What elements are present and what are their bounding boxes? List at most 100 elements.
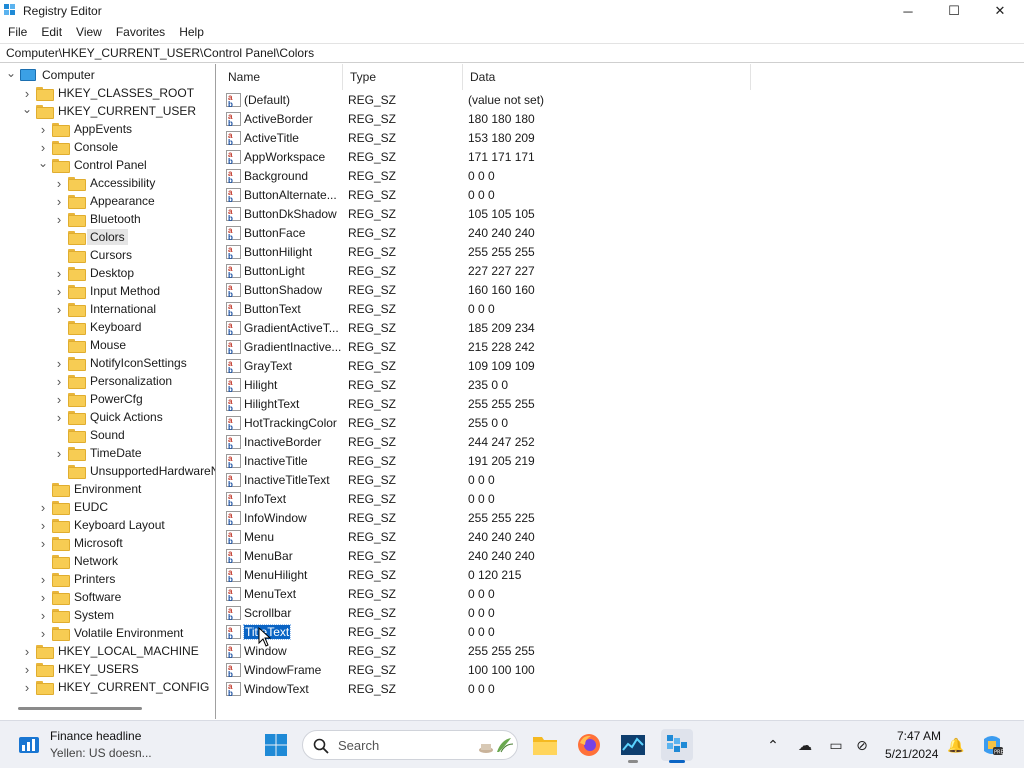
chevron-right-icon[interactable]: › xyxy=(38,516,48,534)
bell-icon[interactable]: 🔔 xyxy=(946,735,966,755)
value-row[interactable]: a b ButtonFace REG_SZ 240 240 240 xyxy=(221,223,761,242)
tree-item[interactable]: › Bluetooth xyxy=(54,210,141,228)
value-row[interactable]: a b MenuBar REG_SZ 240 240 240 xyxy=(221,546,761,565)
value-name-cell[interactable]: a b TitleText xyxy=(226,622,344,641)
tree-item[interactable]: › Appearance xyxy=(54,192,155,210)
minimize-button[interactable]: ─ xyxy=(885,0,931,22)
chevron-right-icon[interactable]: › xyxy=(38,120,48,138)
value-name-cell[interactable]: a b InfoWindow xyxy=(226,508,344,527)
chevron-right-icon[interactable]: › xyxy=(54,210,64,228)
value-row[interactable]: a b ActiveBorder REG_SZ 180 180 180 xyxy=(221,109,761,128)
value-row[interactable]: a b Window REG_SZ 255 255 255 xyxy=(221,641,761,660)
value-name-cell[interactable]: a b MenuHilight xyxy=(226,565,344,584)
network-icon[interactable]: ⊘ xyxy=(852,735,872,755)
tree-item[interactable]: Cursors xyxy=(54,246,132,264)
chevron-down-icon[interactable]: ⌄ xyxy=(38,154,48,172)
value-row[interactable]: a b MenuHilight REG_SZ 0 120 215 xyxy=(221,565,761,584)
tree-item[interactable]: › HKEY_LOCAL_MACHINE xyxy=(22,642,199,660)
menu-edit[interactable]: Edit xyxy=(35,25,68,39)
value-row[interactable]: a b InactiveTitle REG_SZ 191 205 219 xyxy=(221,451,761,470)
chevron-right-icon[interactable]: › xyxy=(54,264,64,282)
chevron-right-icon[interactable]: › xyxy=(54,372,64,390)
tree-item[interactable]: › Input Method xyxy=(54,282,160,300)
clock-time[interactable]: 7:47 AM xyxy=(897,729,941,743)
tree-item[interactable]: Colors xyxy=(54,228,128,246)
chevron-right-icon[interactable]: › xyxy=(54,282,64,300)
chevron-right-icon[interactable]: › xyxy=(54,354,64,372)
tree-item[interactable]: › PowerCfg xyxy=(54,390,143,408)
value-row[interactable]: a b Hilight REG_SZ 235 0 0 xyxy=(221,375,761,394)
taskbar-task-manager[interactable] xyxy=(617,729,649,763)
chevron-right-icon[interactable]: › xyxy=(38,588,48,606)
value-row[interactable]: a b HilightText REG_SZ 255 255 255 xyxy=(221,394,761,413)
tree-item[interactable]: › System xyxy=(38,606,114,624)
news-widget-subtitle[interactable]: Yellen: US doesn... xyxy=(50,746,152,760)
value-row[interactable]: a b InfoWindow REG_SZ 255 255 225 xyxy=(221,508,761,527)
tree-horizontal-scrollbar[interactable] xyxy=(18,707,142,710)
value-name-cell[interactable]: a b MenuText xyxy=(226,584,344,603)
value-row[interactable]: a b ActiveTitle REG_SZ 153 180 209 xyxy=(221,128,761,147)
tree-item[interactable]: ⌄ Computer xyxy=(6,66,95,84)
value-name-cell[interactable]: a b InactiveTitle xyxy=(226,451,344,470)
value-row[interactable]: a b InactiveTitleText REG_SZ 0 0 0 xyxy=(221,470,761,489)
value-row[interactable]: a b ButtonLight REG_SZ 227 227 227 xyxy=(221,261,761,280)
taskbar-registry-editor[interactable] xyxy=(661,729,693,763)
value-row[interactable]: a b Scrollbar REG_SZ 0 0 0 xyxy=(221,603,761,622)
tree-item[interactable]: ⌄ HKEY_CURRENT_USER xyxy=(22,102,196,120)
value-name-cell[interactable]: a b InfoText xyxy=(226,489,344,508)
value-name-cell[interactable]: a b HotTrackingColor xyxy=(226,413,344,432)
values-list-pane[interactable]: Name Type Data a b (Default) REG_SZ (value n… xyxy=(221,64,1024,719)
value-row[interactable]: a b ButtonText REG_SZ 0 0 0 xyxy=(221,299,761,318)
value-row[interactable]: a b AppWorkspace REG_SZ 171 171 171 xyxy=(221,147,761,166)
value-row[interactable]: a b Menu REG_SZ 240 240 240 xyxy=(221,527,761,546)
value-name-cell[interactable]: a b GradientInactive... xyxy=(226,337,344,356)
tree-item[interactable]: › Accessibility xyxy=(54,174,155,192)
value-name-cell[interactable]: a b ActiveBorder xyxy=(226,109,344,128)
chevron-down-icon[interactable]: ⌄ xyxy=(6,64,16,82)
value-row[interactable]: a b ButtonAlternate... REG_SZ 0 0 0 xyxy=(221,185,761,204)
tree-item[interactable]: Keyboard xyxy=(54,318,141,336)
chevron-right-icon[interactable]: › xyxy=(54,408,64,426)
tree-item[interactable]: › International xyxy=(54,300,156,318)
value-row[interactable]: a b MenuText REG_SZ 0 0 0 xyxy=(221,584,761,603)
value-row[interactable]: a b TitleText REG_SZ 0 0 0 xyxy=(221,622,761,641)
tree-item[interactable]: › TimeDate xyxy=(54,444,142,462)
value-name-cell[interactable]: a b InactiveTitleText xyxy=(226,470,344,489)
tree-item[interactable]: › Microsoft xyxy=(38,534,123,552)
tree-item[interactable]: › Keyboard Layout xyxy=(38,516,165,534)
value-row[interactable]: a b ButtonDkShadow REG_SZ 105 105 105 xyxy=(221,204,761,223)
copilot-icon[interactable]: PRE xyxy=(980,733,1004,757)
address-bar[interactable]: Computer\HKEY_CURRENT_USER\Control Panel… xyxy=(0,43,1024,63)
taskbar-file-explorer[interactable] xyxy=(529,729,561,761)
value-name-cell[interactable]: a b WindowText xyxy=(226,679,344,698)
chevron-right-icon[interactable]: › xyxy=(54,444,64,462)
tree-item[interactable]: › Desktop xyxy=(54,264,134,282)
news-widget-icon[interactable] xyxy=(18,734,40,754)
value-name-cell[interactable]: a b ButtonText xyxy=(226,299,344,318)
chevron-right-icon[interactable]: › xyxy=(38,498,48,516)
taskbar-firefox[interactable] xyxy=(573,729,605,761)
value-name-cell[interactable]: a b GrayText xyxy=(226,356,344,375)
value-name-cell[interactable]: a b ButtonHilight xyxy=(226,242,344,261)
maximize-button[interactable]: ☐ xyxy=(931,0,977,22)
tree-item[interactable]: › EUDC xyxy=(38,498,108,516)
chevron-right-icon[interactable]: › xyxy=(22,642,32,660)
value-name-cell[interactable]: a b ActiveTitle xyxy=(226,128,344,147)
tree-item[interactable]: Network xyxy=(38,552,118,570)
value-name-cell[interactable]: a b WindowFrame xyxy=(226,660,344,679)
menu-view[interactable]: View xyxy=(70,25,108,39)
chevron-right-icon[interactable]: › xyxy=(38,624,48,642)
tree-item[interactable]: › Personalization xyxy=(54,372,172,390)
menu-file[interactable]: File xyxy=(2,25,33,39)
value-row[interactable]: a b (Default) REG_SZ (value not set) xyxy=(221,90,761,109)
value-name-cell[interactable]: a b ButtonLight xyxy=(226,261,344,280)
chevron-right-icon[interactable]: › xyxy=(54,390,64,408)
windows-start-icon[interactable] xyxy=(264,733,288,757)
tree-item[interactable]: › HKEY_USERS xyxy=(22,660,139,678)
close-button[interactable]: ✕ xyxy=(977,0,1023,22)
chevron-right-icon[interactable]: › xyxy=(38,606,48,624)
value-name-cell[interactable]: a b ButtonShadow xyxy=(226,280,344,299)
column-header-type[interactable]: Type xyxy=(343,64,463,90)
chevron-right-icon[interactable]: › xyxy=(38,534,48,552)
value-row[interactable]: a b InactiveBorder REG_SZ 244 247 252 xyxy=(221,432,761,451)
